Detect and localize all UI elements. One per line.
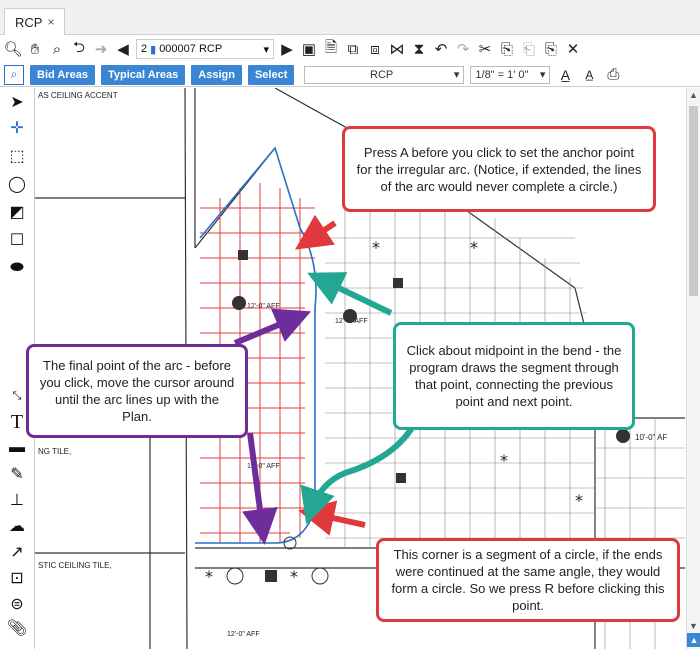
layer-combo-value: RCP bbox=[370, 68, 394, 81]
chevron-down-icon: ▾ bbox=[539, 69, 546, 81]
chevron-down-icon: ▾ bbox=[263, 43, 269, 56]
scale-combo-value: 1/8" = 1' 0" bbox=[475, 68, 529, 81]
copy-page-icon[interactable]: ⧉ bbox=[344, 40, 362, 58]
frame-icon[interactable]: ⧈ bbox=[366, 40, 384, 58]
callout-final: The final point of the arc - before you … bbox=[26, 344, 248, 438]
next-page-icon[interactable]: ▶ bbox=[278, 40, 296, 58]
line-shape-icon[interactable]: ◩ bbox=[7, 202, 27, 222]
cut-icon[interactable]: ✂ bbox=[476, 40, 494, 58]
measure-icon[interactable]: ⊡ bbox=[7, 568, 27, 588]
layer-combo[interactable]: RCP ▾ bbox=[304, 65, 465, 84]
page-name: 000007 RCP bbox=[159, 43, 223, 55]
dimension-icon[interactable]: ⤡ bbox=[7, 386, 27, 406]
page-doc-icon: ▮ bbox=[150, 43, 157, 56]
text-tool-icon[interactable]: T bbox=[7, 411, 27, 433]
pan-hand-icon[interactable]: ✋︎ bbox=[26, 40, 44, 58]
paste-special-icon[interactable]: ⎘ bbox=[542, 40, 560, 58]
page-number: 2 bbox=[141, 43, 148, 55]
text-size-up-icon[interactable]: A̲ bbox=[556, 66, 574, 84]
delete-icon[interactable]: ✕ bbox=[564, 40, 582, 58]
page-view-icon[interactable]: ▣ bbox=[300, 40, 318, 58]
page-selector[interactable]: 2 ▮ 000007 RCP ▾ bbox=[136, 39, 274, 59]
back-icon[interactable]: ⮌ bbox=[70, 39, 88, 58]
zoom-fit-icon[interactable]: ⌕ bbox=[4, 64, 24, 85]
cloud-icon[interactable]: ☁ bbox=[7, 516, 27, 536]
close-icon[interactable]: × bbox=[47, 15, 54, 29]
arrow-line-icon[interactable]: ↗ bbox=[7, 542, 27, 562]
select-button[interactable]: Select bbox=[247, 64, 295, 85]
chevron-down-icon: ▾ bbox=[453, 69, 460, 81]
main-toolbar: 🔍︎ ✋︎ ⌕ ⮌ ➜ ◀ 2 ▮ 000007 RCP ▾ ▶ ▣ 🗎︎ ⧉ … bbox=[0, 35, 700, 63]
callout-midpoint: Click about midpoint in the bend - the p… bbox=[393, 322, 635, 430]
ellipse-icon[interactable]: ◯ bbox=[7, 174, 27, 194]
stamp-icon[interactable]: ⊥ bbox=[7, 490, 27, 510]
copy-icon[interactable]: ⎘ bbox=[498, 40, 516, 58]
forward-icon[interactable]: ➜ bbox=[92, 40, 110, 58]
assign-button[interactable]: Assign bbox=[191, 64, 242, 85]
zoom-icon[interactable]: 🔍︎ bbox=[3, 40, 22, 58]
pointer-icon[interactable]: ➤ bbox=[7, 92, 27, 112]
hourglass-icon[interactable]: ⧗ bbox=[410, 40, 428, 58]
paste-icon[interactable]: ⎗ bbox=[520, 40, 538, 58]
highlight-icon[interactable]: ▬ bbox=[7, 438, 27, 458]
zoom-window-icon[interactable]: ⌕ bbox=[48, 40, 66, 58]
rectangle-icon[interactable]: ☐ bbox=[7, 230, 27, 250]
scroll-thumb[interactable] bbox=[689, 106, 698, 296]
callout-anchor: Press A before you click to set the anch… bbox=[342, 126, 656, 212]
tab-label: RCP bbox=[15, 14, 43, 30]
typical-areas-button[interactable]: Typical Areas bbox=[100, 64, 186, 85]
redo-icon[interactable]: ↷ bbox=[454, 40, 472, 58]
tab-bar: RCP × bbox=[0, 0, 700, 35]
document-icon[interactable]: 🗎︎ bbox=[322, 39, 340, 58]
bid-areas-button[interactable]: Bid Areas bbox=[30, 64, 95, 85]
scroll-up-icon[interactable]: ▲ bbox=[689, 90, 698, 100]
text-size-down-icon[interactable]: A̲ bbox=[580, 66, 598, 84]
callout-corner: This corner is a segment of a circle, if… bbox=[376, 538, 680, 622]
settings-circle-icon[interactable]: ⊜ bbox=[7, 594, 27, 614]
scale-combo[interactable]: 1/8" = 1' 0" ▾ bbox=[470, 65, 551, 84]
oval-fill-icon[interactable]: ⬬ bbox=[7, 258, 27, 278]
undo-icon[interactable]: ↶ bbox=[432, 40, 450, 58]
tab-rcp[interactable]: RCP × bbox=[4, 8, 66, 35]
pen-icon[interactable]: ✎ bbox=[7, 464, 27, 484]
scroll-down-icon[interactable]: ▼ bbox=[689, 621, 698, 631]
print-icon[interactable]: ⎙ bbox=[604, 66, 622, 84]
mirror-icon[interactable]: ⋈ bbox=[388, 40, 406, 58]
crosshair-icon[interactable]: ✛ bbox=[7, 118, 27, 138]
scroll-top-button[interactable]: ▲ bbox=[687, 633, 700, 647]
area-select-icon[interactable]: ⬚ bbox=[7, 146, 27, 166]
vertical-scrollbar[interactable]: ▲ ▼ ▲ bbox=[686, 88, 700, 649]
attachment-icon[interactable]: 📎︎ bbox=[7, 618, 27, 638]
takeoff-toolbar: ⌕ Bid Areas Typical Areas Assign Select … bbox=[0, 63, 700, 87]
prev-page-icon[interactable]: ◀ bbox=[114, 40, 132, 58]
